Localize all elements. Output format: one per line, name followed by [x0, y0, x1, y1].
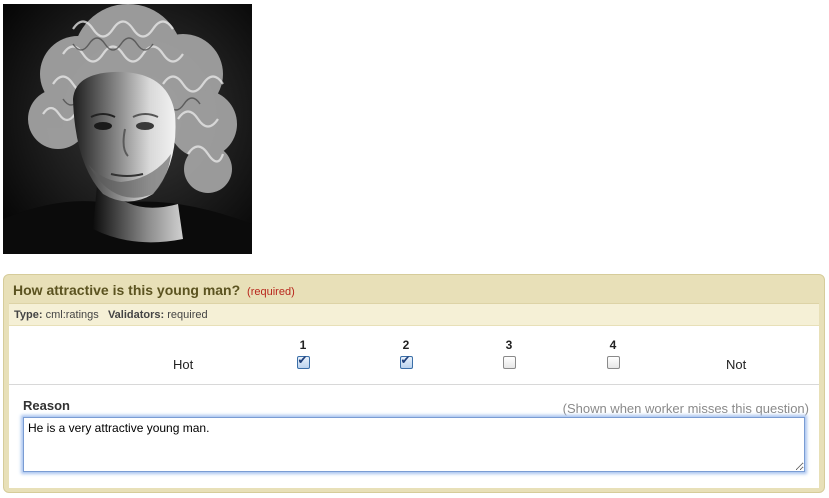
rating-low-label: Hot [173, 357, 194, 372]
rating-option-3[interactable] [489, 356, 529, 374]
rating-checkbox-2[interactable] [399, 353, 413, 369]
type-value: cml:ratings [45, 309, 99, 321]
question-title: How attractive is this young man? (requi… [13, 282, 295, 298]
required-label: (required) [247, 286, 295, 298]
rating-number-3: 3 [505, 338, 513, 352]
reason-textarea[interactable]: He is a very attractive young man. [23, 417, 805, 472]
rating-high-label: Not [726, 357, 747, 372]
rating-number-1: 1 [299, 338, 307, 352]
portrait-photo [3, 4, 252, 254]
rating-option-4[interactable] [593, 356, 633, 374]
question-meta-bar: Type: cml:ratings Validators: required [9, 303, 819, 325]
rating-checkbox-3[interactable] [502, 356, 516, 369]
reason-label: Reason [23, 398, 70, 413]
validators-value: required [167, 309, 208, 321]
rating-number-2: 2 [402, 338, 410, 352]
rating-option-2[interactable] [386, 353, 426, 374]
ratings-scale: Hot 1 2 3 4 Not [9, 326, 819, 385]
rating-number-4: 4 [609, 338, 617, 352]
reason-section: Reason (Shown when worker misses this qu… [9, 385, 819, 488]
type-label: Type: [14, 309, 43, 321]
portrait-image [3, 4, 252, 254]
rating-checkbox-4[interactable] [606, 356, 620, 369]
rating-checkbox-1[interactable] [296, 353, 310, 369]
question-panel: How attractive is this young man? (requi… [3, 274, 825, 493]
question-text: How attractive is this young man? [13, 282, 241, 298]
rating-option-1[interactable] [283, 353, 323, 374]
reason-hint: (Shown when worker misses this question) [562, 401, 809, 416]
validators-label: Validators: [107, 309, 165, 321]
